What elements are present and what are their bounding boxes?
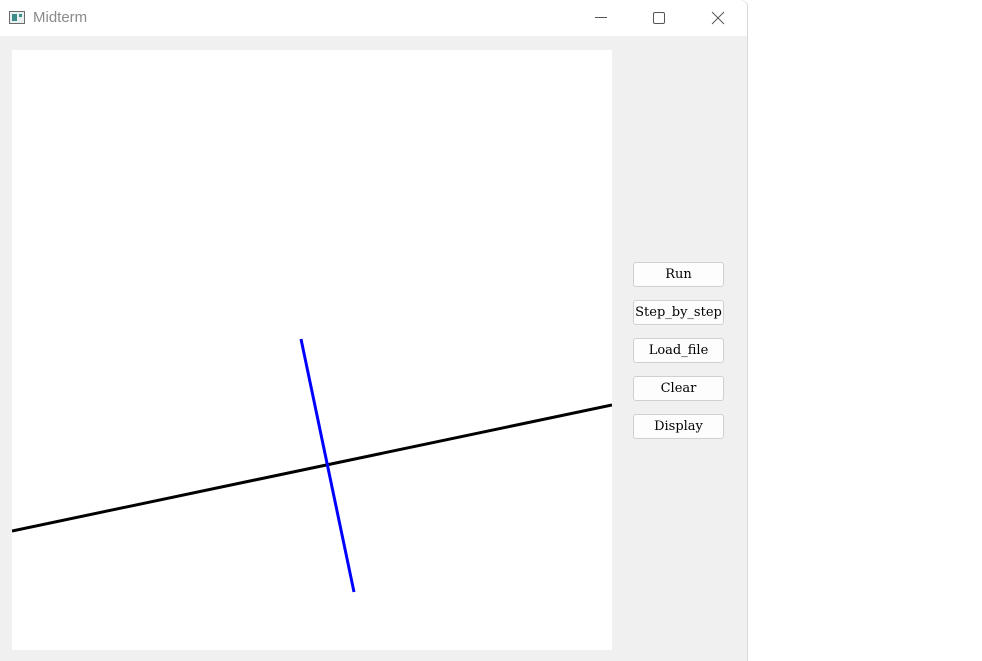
window-title: Midterm xyxy=(33,9,88,26)
app-icon xyxy=(9,11,25,24)
load-file-button[interactable]: Load_file xyxy=(633,338,724,363)
black-line xyxy=(11,403,613,533)
blue-line xyxy=(299,338,356,593)
display-button[interactable]: Display xyxy=(633,414,724,439)
maximize-icon xyxy=(653,12,665,24)
maximize-button[interactable] xyxy=(630,0,688,36)
minimize-icon xyxy=(595,17,607,18)
app-window: Midterm Run Step_by_step Load_file Clear… xyxy=(0,0,747,661)
clear-button[interactable]: Clear xyxy=(633,376,724,401)
canvas-drawing xyxy=(11,338,613,593)
minimize-button[interactable] xyxy=(572,0,630,36)
step-by-step-button[interactable]: Step_by_step xyxy=(633,300,724,325)
title-bar[interactable]: Midterm xyxy=(0,0,747,36)
close-button[interactable] xyxy=(689,0,747,36)
drawing-canvas[interactable] xyxy=(11,50,613,650)
close-icon xyxy=(711,11,725,25)
run-button[interactable]: Run xyxy=(633,262,724,287)
